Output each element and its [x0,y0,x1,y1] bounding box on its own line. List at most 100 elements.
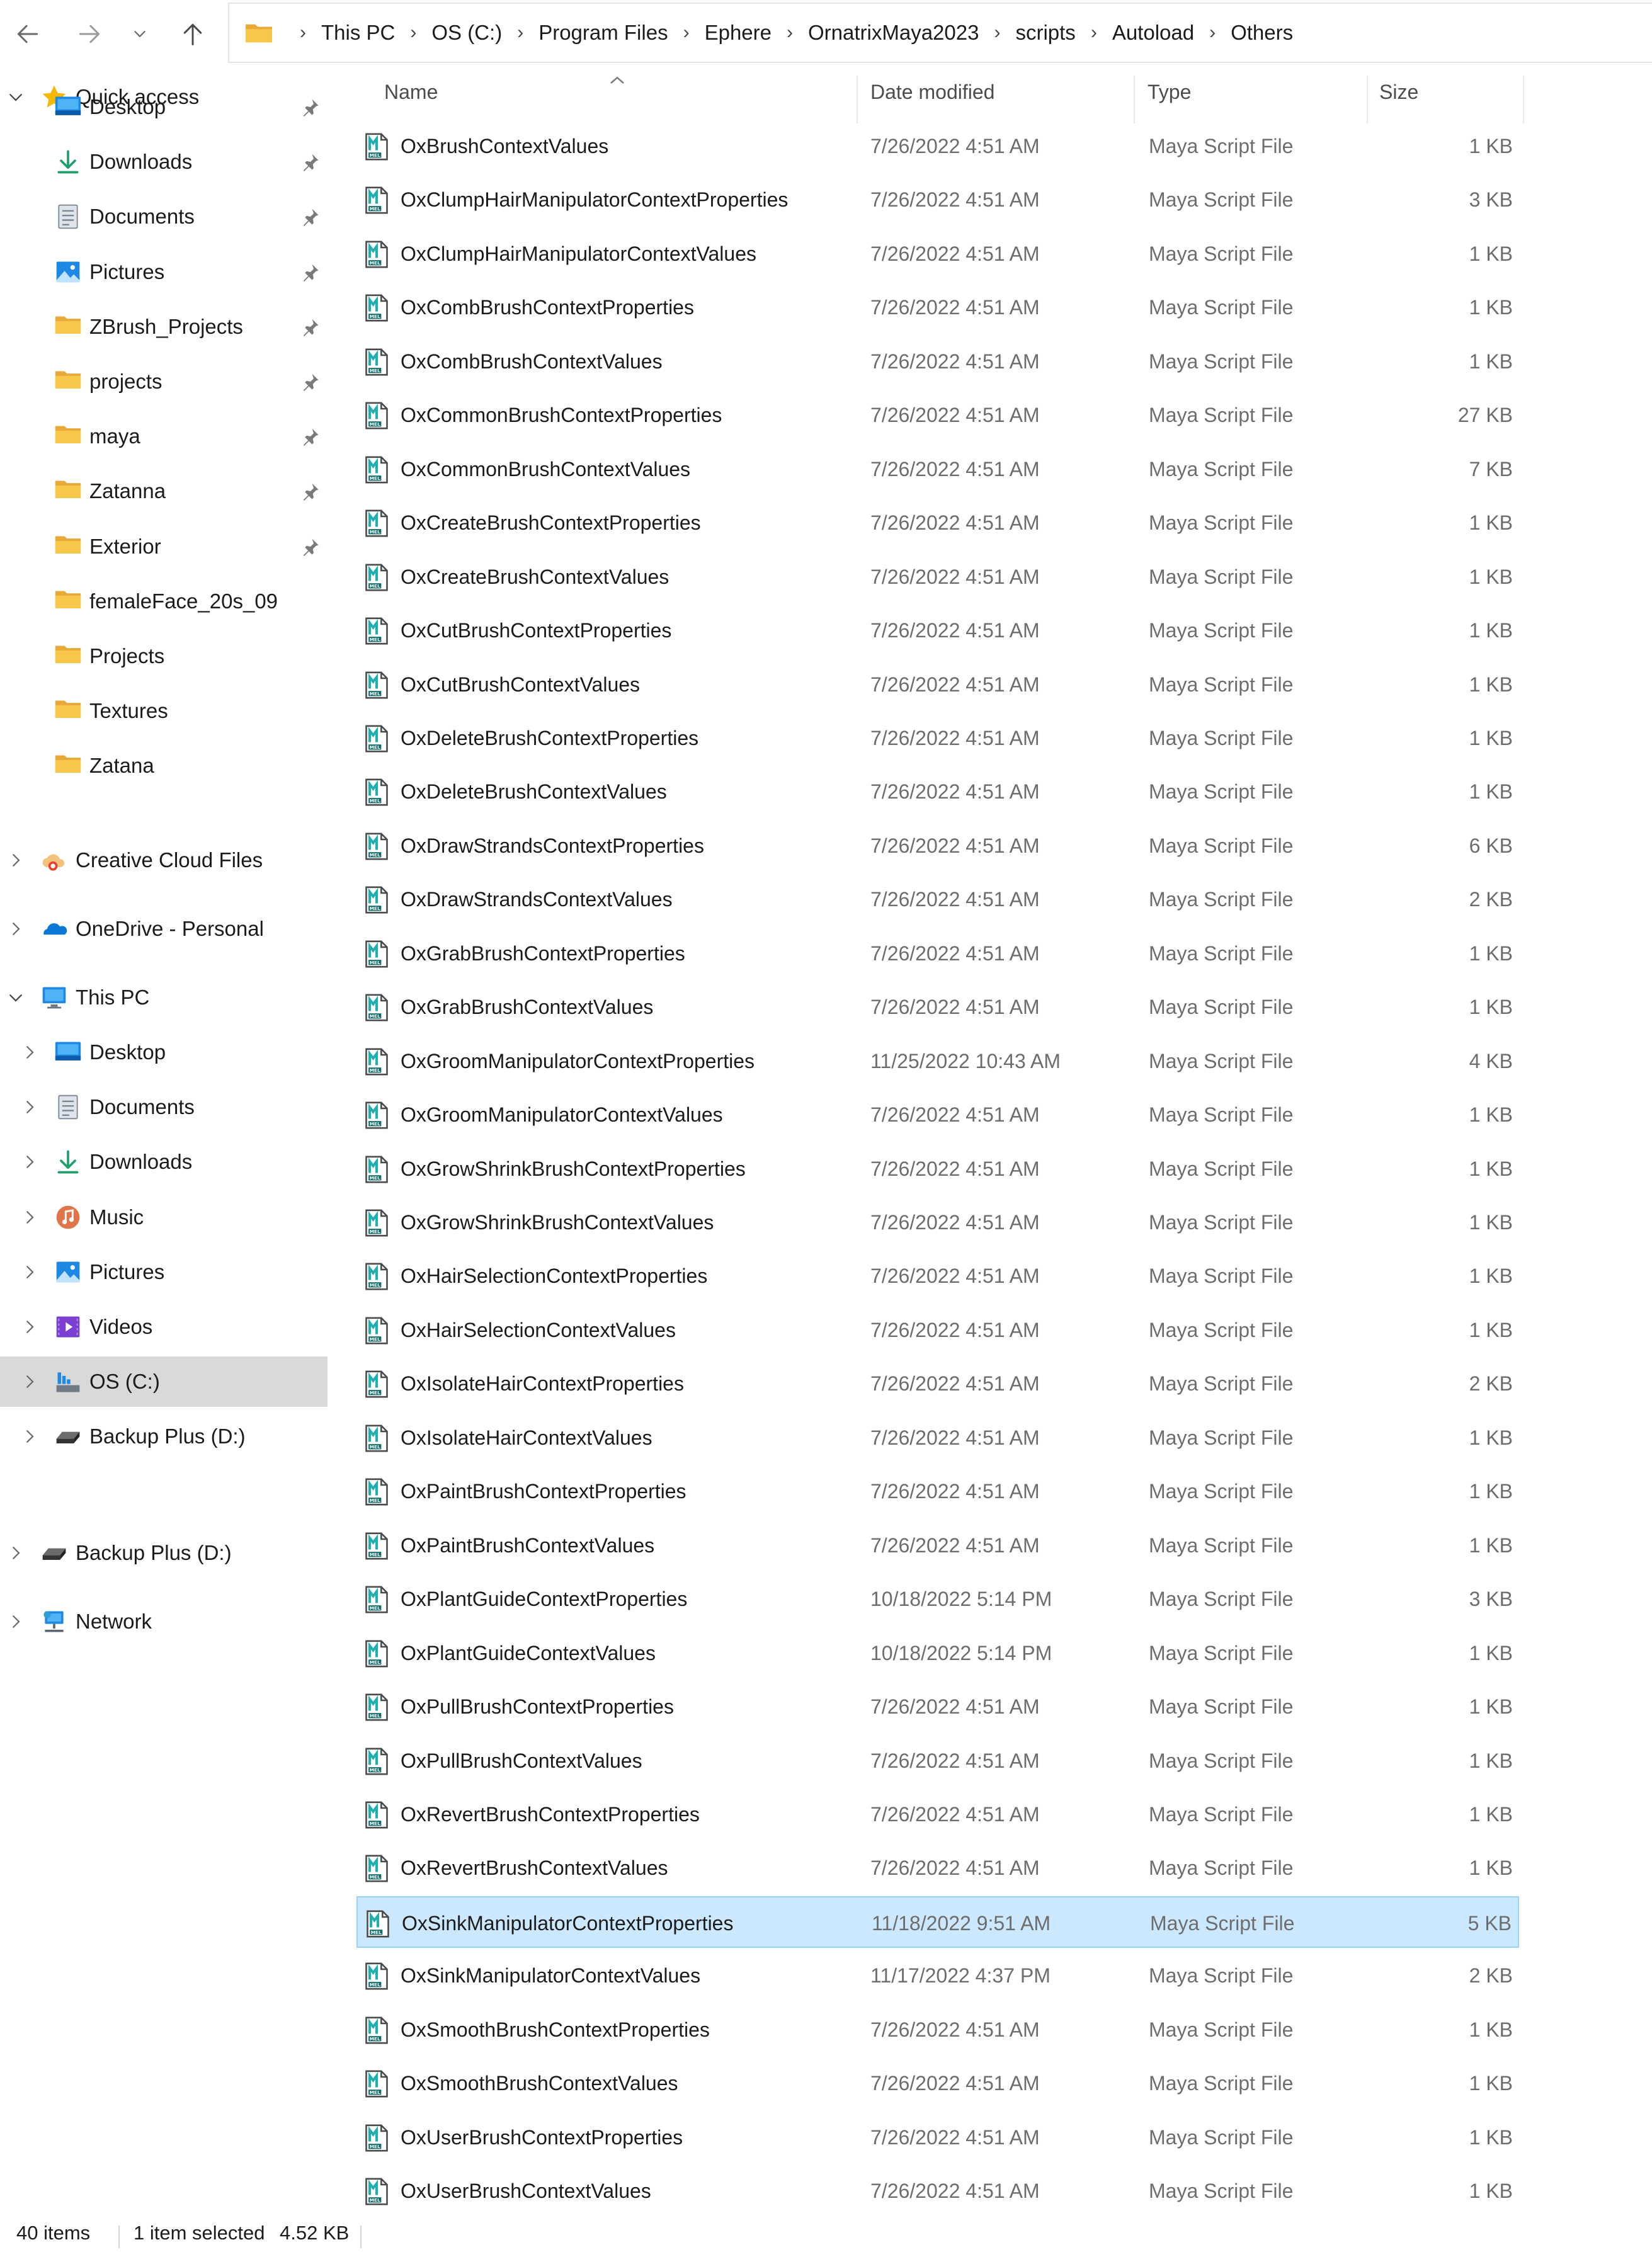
sidebar-item-qa-zbrush-projects[interactable]: ZBrush_Projects [0,302,328,352]
sidebar-item-qa-downloads[interactable]: Downloads [0,137,328,187]
breadcrumb-os-c[interactable]: OS (C:) [431,21,502,45]
sidebar-item-pc-downloads[interactable]: Downloads [0,1137,328,1187]
chevron-right-icon[interactable] [20,1098,39,1117]
file-row[interactable]: MEL OxPullBrushContextProperties 7/26/2022… [356,1681,1519,1732]
file-row[interactable]: MEL OxGrowShrinkBrushContextValues 7/26/20… [356,1197,1519,1248]
sidebar-item-qa-desktop[interactable]: Desktop [0,82,328,132]
breadcrumb-autoload[interactable]: Autoload [1112,21,1194,45]
chevron-down-icon[interactable] [6,988,25,1007]
sidebar-item-qa-projects[interactable]: Projects [0,631,328,681]
column-header-size[interactable]: Size [1379,81,1418,125]
chevron-right-icon[interactable] [6,1544,25,1562]
column-divider[interactable] [1134,76,1135,123]
file-row[interactable]: MEL OxSmoothBrushContextValues 7/26/2022 4… [356,2057,1519,2109]
file-row[interactable]: MEL OxUserBrushContextProperties 7/26/2022… [356,2112,1519,2163]
column-divider[interactable] [857,76,858,123]
sidebar-item-pc-os-c[interactable]: OS (C:) [0,1356,328,1407]
file-row[interactable]: MEL OxPaintBrushContextValues 7/26/2022 4:… [356,1520,1519,1571]
sidebar-item-pc-desktop[interactable]: Desktop [0,1027,328,1078]
chevron-right-icon[interactable] [20,1152,39,1171]
column-header-date-modified[interactable]: Date modified [870,81,994,125]
file-row[interactable]: MEL OxCommonBrushContextValues 7/26/2022 4… [356,443,1519,495]
file-row[interactable]: MEL OxDrawStrandsContextProperties 7/26/20… [356,820,1519,872]
sidebar-item-backup-plus-root[interactable]: Backup Plus (D:) [0,1528,328,1578]
file-row[interactable]: MEL OxCreateBrushContextValues 7/26/2022 4… [356,551,1519,603]
file-row[interactable]: MEL OxPlantGuideContextProperties 10/18/20… [356,1573,1519,1625]
breadcrumb-scripts[interactable]: scripts [1015,21,1075,45]
file-row[interactable]: MEL OxClumpHairManipulatorContextValues 7/… [356,228,1519,280]
file-row[interactable]: MEL OxSinkManipulatorContextProperties 11/… [356,1896,1519,1948]
file-row[interactable]: MEL OxCutBrushContextProperties 7/26/2022 … [356,605,1519,656]
file-row[interactable]: MEL OxSmoothBrushContextProperties 7/26/20… [356,2004,1519,2056]
chevron-right-icon[interactable] [6,1612,25,1631]
file-row[interactable]: MEL OxBrushContextValues 7/26/2022 4:51 AM… [356,120,1519,172]
sidebar-item-pc-backup-plus-d[interactable]: Backup Plus (D:) [0,1411,328,1462]
address-bar[interactable]: › This PC › OS (C:) › Program Files › Ep… [228,3,1652,63]
up-button[interactable] [173,14,213,54]
breadcrumb-ornatrix[interactable]: OrnatrixMaya2023 [808,21,979,45]
column-divider[interactable] [1367,76,1368,123]
breadcrumb-ephere[interactable]: Ephere [705,21,772,45]
sidebar-item-qa-zatanna[interactable]: Zatanna [0,466,328,516]
file-row[interactable]: MEL OxClumpHairManipulatorContextProperti… [356,174,1519,225]
file-row[interactable]: MEL OxHairSelectionContextProperties 7/26/… [356,1250,1519,1302]
file-row[interactable]: MEL OxSinkManipulatorContextValues 11/17/2… [356,1950,1519,2001]
column-header-type[interactable]: Type [1148,81,1191,125]
file-row[interactable]: MEL OxPlantGuideContextValues 10/18/2022 5… [356,1627,1519,1679]
file-row[interactable]: MEL OxHairSelectionContextValues 7/26/2022… [356,1304,1519,1356]
sidebar-item-pc-documents[interactable]: Documents [0,1082,328,1132]
column-header-name[interactable]: Name [384,81,438,125]
sidebar-item-qa-projects[interactable]: projects [0,356,328,407]
breadcrumb-this-pc[interactable]: This PC [321,21,395,45]
sidebar-item-pc-pictures[interactable]: Pictures [0,1247,328,1297]
chevron-right-icon[interactable] [20,1208,39,1227]
breadcrumb-others[interactable]: Others [1231,21,1293,45]
file-row[interactable]: MEL OxIsolateHairContextValues 7/26/2022 4… [356,1412,1519,1464]
chevron-right-icon[interactable] [20,1427,39,1446]
sidebar-item-qa-documents[interactable]: Documents [0,191,328,242]
file-row[interactable]: MEL OxIsolateHairContextProperties 7/26/20… [356,1358,1519,1409]
sidebar-item-this-pc[interactable]: This PC [0,972,328,1023]
sidebar-item-qa-pictures[interactable]: Pictures [0,247,328,297]
sidebar-item-qa-zatana[interactable]: Zatana [0,741,328,791]
file-row[interactable]: MEL OxCombBrushContextProperties 7/26/2022… [356,282,1519,333]
file-row[interactable]: MEL OxPaintBrushContextProperties 7/26/202… [356,1465,1519,1517]
file-row[interactable]: MEL OxPullBrushContextValues 7/26/2022 4:5… [356,1735,1519,1787]
sidebar-item-network[interactable]: Network [0,1596,328,1647]
forward-button[interactable] [69,14,110,54]
sidebar-item-creative-cloud-files[interactable]: Creative Cloud Files [0,835,328,885]
chevron-right-icon[interactable] [6,919,25,938]
file-row[interactable]: MEL OxGroomManipulatorContextValues 7/26/2… [356,1089,1519,1140]
recent-locations-button[interactable] [120,14,160,54]
file-row[interactable]: MEL OxCreateBrushContextProperties 7/26/20… [356,497,1519,549]
file-row[interactable]: MEL OxGroomManipulatorContextProperties 11… [356,1035,1519,1087]
back-button[interactable] [8,14,48,54]
sidebar-item-pc-music[interactable]: Music [0,1192,328,1243]
file-row[interactable]: MEL OxRevertBrushContextValues 7/26/2022 4… [356,1842,1519,1894]
chevron-right-icon[interactable] [20,1043,39,1062]
file-row[interactable]: MEL OxDeleteBrushContextProperties 7/26/20… [356,712,1519,764]
sidebar-item-qa-femaleface-20s-09[interactable]: femaleFace_20s_09 [0,576,328,627]
chevron-right-icon[interactable] [20,1372,39,1391]
file-name: OxPullBrushContextValues [401,1749,642,1772]
sidebar-item-qa-maya[interactable]: maya [0,411,328,462]
file-row[interactable]: MEL OxDrawStrandsContextValues 7/26/2022 4… [356,873,1519,925]
chevron-right-icon[interactable] [6,851,25,870]
file-row[interactable]: MEL OxRevertBrushContextProperties 7/26/20… [356,1789,1519,1840]
sidebar-item-pc-videos[interactable]: Videos [0,1302,328,1352]
file-row[interactable]: MEL OxUserBrushContextValues 7/26/2022 4:5… [356,2165,1519,2217]
column-divider[interactable] [1523,76,1524,123]
sidebar-item-qa-textures[interactable]: Textures [0,686,328,736]
chevron-right-icon[interactable] [20,1317,39,1336]
file-row[interactable]: MEL OxGrabBrushContextValues 7/26/2022 4:5… [356,981,1519,1033]
file-row[interactable]: MEL OxGrowShrinkBrushContextProperties 7/2… [356,1143,1519,1195]
sidebar-item-qa-exterior[interactable]: Exterior [0,521,328,572]
file-row[interactable]: MEL OxDeleteBrushContextValues 7/26/2022 4… [356,766,1519,817]
file-row[interactable]: MEL OxCommonBrushContextProperties 7/26/20… [356,389,1519,441]
breadcrumb-program-files[interactable]: Program Files [538,21,668,45]
file-row[interactable]: MEL OxCutBrushContextValues 7/26/2022 4:51… [356,659,1519,710]
file-row[interactable]: MEL OxGrabBrushContextProperties 7/26/2022… [356,928,1519,979]
file-row[interactable]: MEL OxCombBrushContextValues 7/26/2022 4:5… [356,336,1519,387]
chevron-right-icon[interactable] [20,1263,39,1282]
sidebar-item-onedrive-personal[interactable]: OneDrive - Personal [0,904,328,954]
